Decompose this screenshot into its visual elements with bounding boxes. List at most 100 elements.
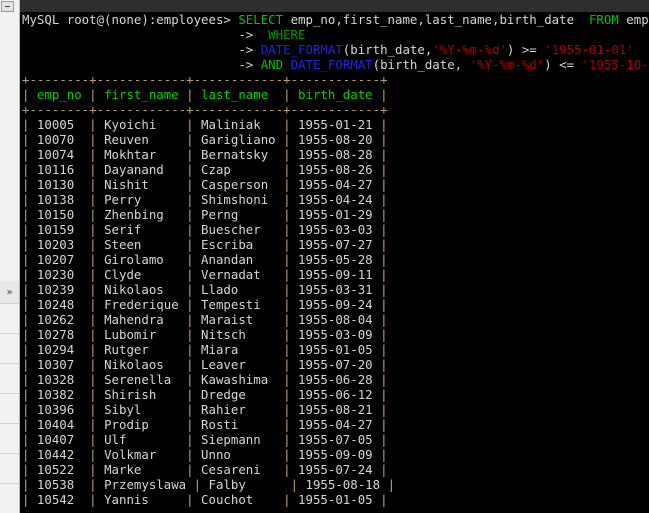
table-cell-birth-date: 1955-08-18 xyxy=(305,477,388,492)
table-cell-divider: | xyxy=(186,87,202,102)
table-cell-divider: | xyxy=(290,477,306,492)
table-cell-birth-date: 1955-09-24 xyxy=(298,297,381,312)
table-cell-divider: | xyxy=(380,252,388,267)
sql-token: '%Y-%m-%d' xyxy=(432,42,507,57)
table-cell-divider: | xyxy=(283,342,299,357)
expand-panel-chevron-right-icon[interactable]: » xyxy=(0,281,19,303)
table-cell-divider: | xyxy=(186,372,202,387)
table-cell-emp-no: 10159 xyxy=(36,222,90,237)
table-cell-divider: | xyxy=(186,492,202,507)
table-cell-divider: | xyxy=(380,222,388,237)
table-row: | 10138 | Perry | Shimshoni | 1955-04-24… xyxy=(20,192,649,207)
table-cell-birth-date: 1955-07-05 xyxy=(298,432,381,447)
table-cell-divider: | xyxy=(283,237,299,252)
table-cell-divider: | xyxy=(22,342,37,357)
panel-divider xyxy=(0,483,19,484)
table-cell-divider: | xyxy=(380,162,388,177)
table-cell-divider: | xyxy=(22,357,37,372)
table-cell-first-name: Steen xyxy=(104,237,187,252)
table-cell-divider: | xyxy=(22,372,37,387)
table-cell-birth-date: 1955-04-24 xyxy=(298,192,381,207)
table-cell-first-name: Yannis xyxy=(104,492,187,507)
table-cell-divider: | xyxy=(380,132,388,147)
column-header-birth-date: birth_date xyxy=(298,87,381,102)
table-header-rule: +--------+------------+------------+----… xyxy=(22,102,388,117)
sql-token: AND xyxy=(260,57,291,72)
table-row: | 10538 | Przemyslawa | Falby | 1955-08-… xyxy=(20,477,649,492)
table-cell-emp-no: 10278 xyxy=(36,327,90,342)
sql-token: WHERE xyxy=(260,27,306,42)
sql-prompt-line: MySQL root@(none):employees> SELECT emp_… xyxy=(20,12,649,27)
table-cell-birth-date: 1955-06-12 xyxy=(298,387,381,402)
table-cell-divider: | xyxy=(186,387,202,402)
panel-divider xyxy=(0,333,19,334)
table-cell-first-name: Nikolaos xyxy=(104,282,187,297)
table-cell-last-name: Maliniak xyxy=(201,117,284,132)
table-cell-divider: | xyxy=(283,282,299,297)
table-cell-emp-no: 10150 xyxy=(36,207,90,222)
table-cell-last-name: Rahier xyxy=(201,402,284,417)
table-cell-divider: | xyxy=(186,447,202,462)
table-cell-divider: | xyxy=(380,402,388,417)
sql-token: DATE_FORMAT xyxy=(290,57,373,72)
table-cell-divider: | xyxy=(186,267,202,282)
table-cell-divider: | xyxy=(380,447,388,462)
sql-token: MySQL root@(none):employees> xyxy=(22,12,239,27)
table-cell-birth-date: 1955-01-21 xyxy=(298,117,381,132)
terminal-window[interactable]: (Semi-colon [;] will end the line) [F3] … xyxy=(20,0,649,513)
table-cell-divider: | xyxy=(283,267,299,282)
table-cell-first-name: Ulf xyxy=(104,432,187,447)
sql-token: '%Y-%m-%d' xyxy=(469,57,545,72)
table-cell-divider: | xyxy=(89,117,105,132)
table-cell-first-name: Serenella xyxy=(104,372,187,387)
table-row: | 10542 | Yannis | Couchot | 1955-01-05 … xyxy=(20,492,649,507)
table-cell-last-name: Escriba xyxy=(201,237,284,252)
table-cell-emp-no: 10404 xyxy=(36,417,90,432)
table-row: | 10207 | Girolamo | Anandan | 1955-05-2… xyxy=(20,252,649,267)
table-cell-first-name: Mahendra xyxy=(104,312,187,327)
table-cell-emp-no: 10207 xyxy=(36,252,90,267)
table-cell-divider: | xyxy=(22,222,37,237)
table-cell-divider: | xyxy=(283,87,299,102)
table-cell-emp-no: 10307 xyxy=(36,357,90,372)
table-row: | 10442 | Volkmar | Unno | 1955-09-09 | xyxy=(20,447,649,462)
table-cell-emp-no: 10203 xyxy=(36,237,90,252)
table-cell-divider: | xyxy=(22,267,37,282)
table-cell-first-name: Clyde xyxy=(104,267,187,282)
table-cell-divider: | xyxy=(22,282,37,297)
table-row: | 10239 | Nikolaos | Llado | 1955-03-31 … xyxy=(20,282,649,297)
table-cell-birth-date: 1955-03-31 xyxy=(298,282,381,297)
table-top-rule: +--------+------------+------------+----… xyxy=(22,72,388,87)
table-cell-emp-no: 10005 xyxy=(36,117,90,132)
sql-token: -> xyxy=(22,27,261,42)
sql-continuation-line: -> AND DATE_FORMAT(birth_date, '%Y-%m-%d… xyxy=(20,57,649,72)
table-cell-first-name: Prodip xyxy=(104,417,187,432)
panel-divider xyxy=(0,423,19,424)
table-cell-divider: | xyxy=(89,342,105,357)
column-header-first-name: first_name xyxy=(104,87,187,102)
table-cell-emp-no: 10116 xyxy=(36,162,90,177)
table-cell-last-name: Casperson xyxy=(201,177,284,192)
table-row: | 10522 | Marke | Cesareni | 1955-07-24 … xyxy=(20,462,649,477)
table-cell-last-name: Bernatsky xyxy=(201,147,284,162)
table-cell-birth-date: 1955-08-20 xyxy=(298,132,381,147)
table-row: | 10294 | Rutger | Miara | 1955-01-05 | xyxy=(20,342,649,357)
table-cell-divider: | xyxy=(283,417,299,432)
table-cell-divider: | xyxy=(89,297,105,312)
table-cell-last-name: Leaver xyxy=(201,357,284,372)
table-cell-first-name: Marke xyxy=(104,462,187,477)
minimize-icon[interactable] xyxy=(1,1,14,12)
table-cell-birth-date: 1955-01-29 xyxy=(298,207,381,222)
table-cell-divider: | xyxy=(186,282,202,297)
table-cell-first-name: Dayanand xyxy=(104,162,187,177)
table-cell-divider: | xyxy=(89,87,105,102)
table-cell-divider: | xyxy=(22,252,37,267)
table-row: | 10150 | Zhenbing | Perng | 1955-01-29 … xyxy=(20,207,649,222)
table-cell-first-name: Kyoichi xyxy=(104,117,187,132)
table-cell-emp-no: 10328 xyxy=(36,372,90,387)
table-cell-birth-date: 1955-08-21 xyxy=(298,402,381,417)
table-row: | 10404 | Prodip | Rosti | 1955-04-27 | xyxy=(20,417,649,432)
table-cell-last-name: Siepmann xyxy=(201,432,284,447)
sql-token: (birth_date, xyxy=(372,57,470,72)
table-cell-divider: | xyxy=(22,132,37,147)
